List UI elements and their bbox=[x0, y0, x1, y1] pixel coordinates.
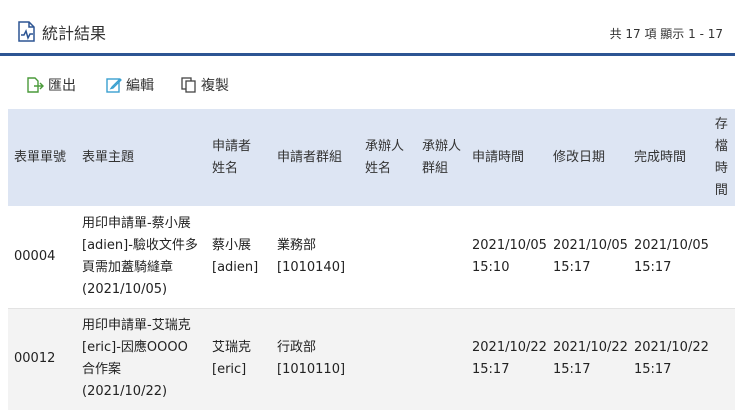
page-title: 統計結果 bbox=[42, 24, 107, 43]
cell-handler-group bbox=[416, 206, 466, 309]
cell-group: 行政部 [1010110] bbox=[277, 340, 346, 378]
cell-subject[interactable]: 用印申請單-艾瑞克 [eric]-因應OOOO 合作案 (2021/10/22) bbox=[76, 308, 206, 410]
export-icon bbox=[27, 77, 44, 93]
copy-button[interactable]: 複製 bbox=[181, 75, 229, 95]
table-row[interactable]: 00012 用印申請單-艾瑞克 [eric]-因應OOOO 合作案 (2021/… bbox=[8, 308, 735, 410]
cell-handler-group bbox=[416, 308, 466, 410]
cell-group: 業務部 [1010140] bbox=[271, 206, 359, 309]
results-header: 統計結果 共 17 項 顯示 1 - 17 bbox=[0, 0, 735, 56]
cell-modified-date: 2021/10/05 15:17 bbox=[547, 206, 628, 309]
cell-request-time: 2021/10/05 15:10 bbox=[466, 206, 547, 309]
col-header-subject[interactable]: 表單主題 bbox=[76, 109, 206, 206]
col-header-modified-date[interactable]: 修改日期 bbox=[547, 109, 628, 206]
cell-subject[interactable]: 用印申請單-蔡小展 [adien]-驗收文件多 頁需加蓋騎縫章 (2021/10… bbox=[76, 206, 206, 309]
cell-form-no: 00012 bbox=[14, 351, 56, 367]
cell-handler-name bbox=[359, 206, 416, 309]
col-header-applicant-name[interactable]: 申請者 姓名 bbox=[206, 109, 271, 206]
table-header-row: 表單單號 表單主題 申請者 姓名 申請者群組 承辦人 姓名 承辦人 群組 申請時間 修… bbox=[8, 109, 735, 206]
cell-completed-time: 2021/10/22 15:17 bbox=[633, 340, 709, 378]
col-header-handler-name[interactable]: 承辦人 姓名 bbox=[359, 109, 416, 206]
col-header-form-no[interactable]: 表單單號 bbox=[8, 109, 76, 206]
cell-modified-date: 2021/10/22 15:17 bbox=[553, 340, 628, 378]
copy-label: 複製 bbox=[201, 78, 229, 94]
cell-handler-name bbox=[359, 308, 416, 410]
report-chart-icon bbox=[18, 21, 35, 42]
cell-applicant: 蔡小展 [adien] bbox=[206, 206, 271, 309]
result-count-summary: 共 17 項 顯示 1 - 17 bbox=[609, 27, 723, 41]
cell-archive-time bbox=[708, 206, 735, 309]
col-header-handler-group[interactable]: 承辦人 群組 bbox=[416, 109, 466, 206]
export-button[interactable]: 匯出 bbox=[26, 75, 76, 95]
table-row[interactable]: 00004 用印申請單-蔡小展 [adien]-驗收文件多 頁需加蓋騎縫章 (2… bbox=[8, 206, 735, 309]
edit-button[interactable]: 編輯 bbox=[106, 75, 154, 95]
cell-completed-time: 2021/10/05 15:17 bbox=[627, 206, 709, 309]
cell-archive-time bbox=[709, 308, 735, 410]
col-header-completed-time[interactable]: 完成時間 bbox=[628, 109, 709, 206]
results-table: 表單單號 表單主題 申請者 姓名 申請者群組 承辦人 姓名 承辦人 群組 申請時間 修… bbox=[8, 109, 735, 410]
cell-applicant: 艾瑞克 [eric] bbox=[212, 340, 252, 378]
copy-icon bbox=[181, 77, 196, 93]
col-header-archive-time[interactable]: 存檔 時間 bbox=[709, 109, 735, 206]
toolbar: 匯出 編輯 複製 bbox=[0, 56, 735, 108]
edit-icon bbox=[106, 78, 122, 93]
edit-label: 編輯 bbox=[126, 78, 154, 94]
col-header-request-time[interactable]: 申請時間 bbox=[466, 109, 547, 206]
col-header-applicant-group[interactable]: 申請者群組 bbox=[271, 109, 359, 206]
title-wrap: 統計結果 bbox=[16, 20, 106, 44]
export-label: 匯出 bbox=[48, 78, 76, 94]
cell-request-time: 2021/10/22 15:17 bbox=[472, 340, 547, 378]
cell-form-no: 00004 bbox=[8, 206, 76, 309]
